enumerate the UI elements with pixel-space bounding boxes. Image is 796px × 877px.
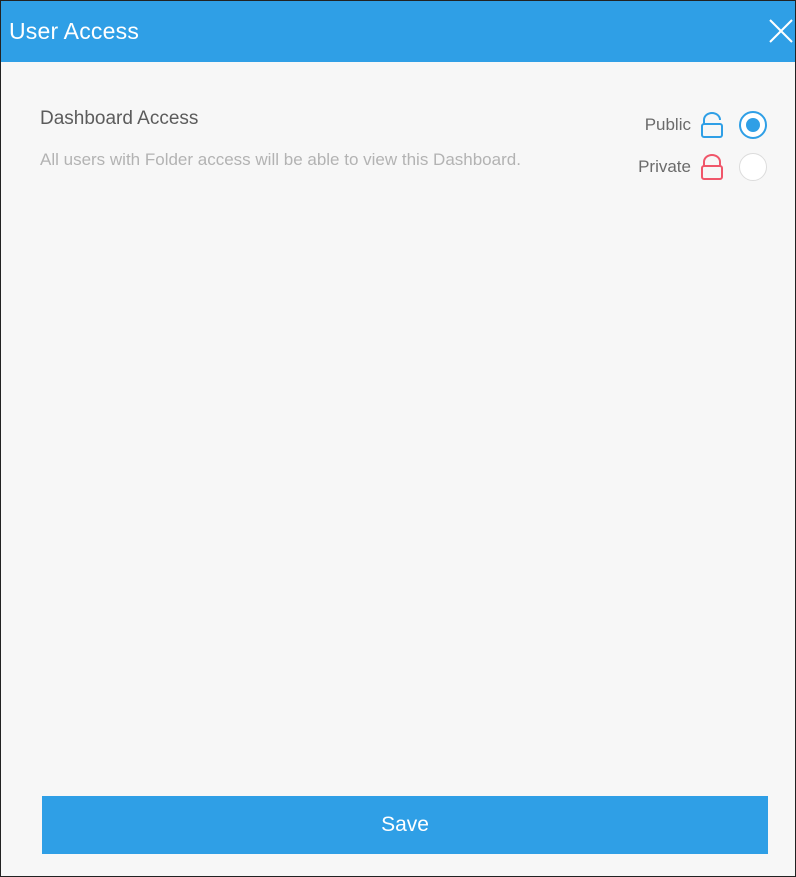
- locked-icon: [699, 153, 725, 181]
- access-option-public[interactable]: Public: [645, 110, 767, 140]
- public-label: Public: [644, 115, 691, 134]
- access-option-private[interactable]: Private: [638, 152, 767, 182]
- unlocked-icon: [699, 111, 725, 139]
- public-radio[interactable]: [739, 111, 767, 139]
- close-icon[interactable]: [767, 17, 795, 45]
- save-button[interactable]: Save: [42, 796, 768, 854]
- private-radio[interactable]: [739, 153, 767, 181]
- dashboard-access-description: All users with Folder access will be abl…: [40, 150, 521, 169]
- private-label: Private: [638, 157, 691, 176]
- dashboard-access-title: Dashboard Access: [40, 108, 199, 129]
- dialog-title: User Access: [9, 18, 140, 44]
- dialog-header: User Access: [1, 1, 795, 62]
- user-access-dialog: User Access Dashboard Access All users w…: [0, 0, 796, 877]
